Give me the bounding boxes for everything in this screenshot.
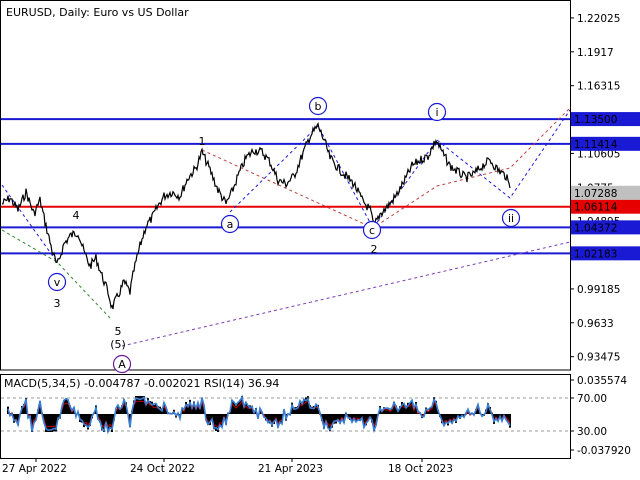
wave-label: 3 (54, 297, 61, 310)
wave-path-blue (229, 109, 571, 229)
x-tick-label: 24 Oct 2022 (130, 463, 195, 475)
wave-label: 5 (115, 325, 122, 338)
x-tick-label: 21 Apr 2023 (258, 463, 323, 475)
wave-label: v (54, 276, 61, 289)
x-tick-label: 18 Oct 2023 (388, 463, 453, 475)
y-tick-label: 1.16315 (577, 81, 620, 93)
level-price-label: 1.02183 (574, 248, 617, 260)
wave-label: ii (508, 212, 514, 225)
y-tick-label: 1.22025 (577, 13, 620, 25)
x-tick-label: 27 Apr 2022 (2, 463, 67, 475)
indicator-y-tick-label: 30.00 (577, 426, 607, 438)
level-price-label: 1.06114 (574, 202, 618, 214)
wave-label: i (435, 106, 438, 119)
current-price-label: 1.07288 (574, 188, 617, 200)
wave-label: 4 (73, 209, 80, 222)
y-tick-label: 0.93475 (577, 352, 620, 364)
chart-window: 1.220251.19171.163151.13461.106051.07751… (0, 0, 640, 480)
level-price-label: 1.04372 (574, 222, 617, 234)
chart-title: EURUSD, Daily: Euro vs US Dollar (6, 6, 189, 19)
wave-label: (5) (110, 338, 126, 351)
level-price-label: 1.11414 (574, 139, 618, 151)
chart-canvas[interactable]: 1.220251.19171.163151.13461.106051.07751… (0, 0, 640, 480)
y-tick-label: 0.9633 (577, 318, 614, 330)
indicator-y-tick-label: 0.035574 (577, 375, 627, 387)
level-price-label: 1.13500 (574, 114, 617, 126)
channel-line-purple (121, 241, 571, 347)
indicator-y-tick-label: 70.00 (577, 393, 607, 405)
wave-label: 1 (199, 135, 206, 148)
wave-path-blue-left (1, 184, 58, 263)
wave-label: 2 (371, 243, 378, 256)
y-tick-label: 1.1917 (577, 47, 614, 59)
wave-label: b (315, 100, 322, 113)
indicator-y-tick-label: -0.037920 (577, 445, 631, 457)
wave-label: A (118, 358, 126, 371)
wave-label: c (369, 224, 375, 237)
indicator-title: MACD(5,34,5) -0.004787 -0.002021 RSI(14)… (4, 377, 279, 390)
y-tick-label: 0.99185 (577, 284, 620, 296)
wave-label: a (227, 218, 234, 231)
